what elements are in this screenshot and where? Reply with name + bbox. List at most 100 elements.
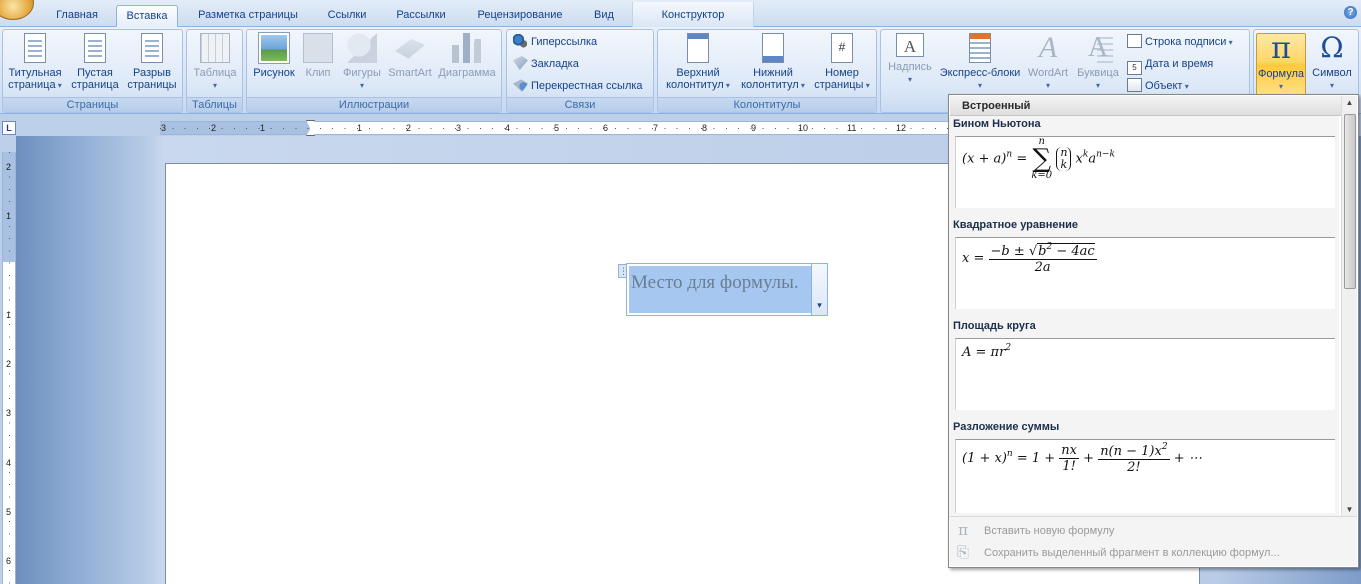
clipart-button[interactable]: Клип bbox=[299, 33, 337, 97]
page-break-label-2: страницы bbox=[127, 79, 177, 91]
page-break-label-1: Разрыв bbox=[133, 67, 171, 79]
chart-label: Диаграмма bbox=[438, 67, 496, 79]
hyperlink-button[interactable]: Гиперссылка bbox=[513, 32, 597, 52]
equation-placeholder-text: Место для формулы. bbox=[631, 272, 799, 293]
group-header-footer-label: Колонтитулы bbox=[658, 97, 876, 112]
drag-handle-icon[interactable]: ⋮ bbox=[618, 264, 628, 278]
equation-options-button[interactable]: ▾ bbox=[811, 264, 827, 315]
chart-button[interactable]: Диаграмма bbox=[435, 33, 499, 97]
footer-button[interactable]: Нижний колонтитул ▾ bbox=[736, 33, 810, 97]
tab-view[interactable]: Вид bbox=[584, 5, 624, 27]
gallery-item-series-expansion[interactable]: Разложение суммы (1 + x)n = 1 + nx 1! + n… bbox=[951, 421, 1341, 517]
help-icon[interactable]: ? bbox=[1344, 6, 1357, 19]
tab-insert[interactable]: Вставка bbox=[116, 5, 178, 28]
ruler-number: 6 bbox=[603, 123, 609, 133]
pi-icon: π bbox=[958, 521, 968, 539]
tab-design[interactable]: Конструктор bbox=[632, 2, 754, 27]
tab-references[interactable]: Ссылки bbox=[318, 5, 376, 27]
textbox-button[interactable]: A Надпись ▾ bbox=[883, 33, 937, 97]
scroll-up-icon[interactable]: ▲ bbox=[1342, 98, 1357, 107]
bookmark-button[interactable]: Закладка bbox=[513, 54, 579, 74]
tab-selector[interactable]: L bbox=[2, 121, 16, 135]
object-button[interactable]: Объект ▾ bbox=[1127, 76, 1189, 96]
signature-line-label: Строка подписи bbox=[1145, 36, 1227, 48]
cover-page-button[interactable]: Титульная страница ▾ bbox=[5, 33, 65, 97]
binomial-coefficient: nk bbox=[1056, 147, 1072, 171]
equation-placeholder[interactable]: ⋮ Место для формулы. ▾ bbox=[618, 263, 828, 316]
ruler-number: 2 bbox=[211, 123, 217, 133]
vertical-ruler[interactable]: 2 1 1 2 3 4 5 6 bbox=[2, 152, 16, 584]
date-time-label: Дата и время bbox=[1145, 58, 1214, 70]
equation-preview[interactable]: (x + a)n = n ∑ k=0 nk xkan−k bbox=[955, 136, 1335, 208]
table-button[interactable]: Таблица ▾ bbox=[189, 33, 241, 97]
equation-placeholder-text-area[interactable]: Место для формулы. bbox=[629, 266, 811, 313]
gallery-item-title: Разложение суммы bbox=[953, 421, 1060, 433]
ruler-number: 7 bbox=[653, 123, 659, 133]
drop-cap-icon: A bbox=[1083, 33, 1113, 63]
gallery-scrollbar[interactable]: ▲ ▼ bbox=[1341, 96, 1357, 516]
equation-preview[interactable]: (1 + x)n = 1 + nx 1! + n(n − 1)x2 2! + ⋯ bbox=[955, 439, 1335, 513]
scroll-down-icon[interactable]: ▼ bbox=[1342, 505, 1357, 514]
tab-review[interactable]: Рецензирование bbox=[466, 5, 574, 27]
header-button[interactable]: Верхний колонтитул ▾ bbox=[660, 33, 736, 97]
bookmark-label: Закладка bbox=[531, 58, 579, 70]
signature-line-button[interactable]: Строка подписи ▾ bbox=[1127, 32, 1233, 52]
ruler-number: 12 bbox=[896, 123, 907, 133]
equation-preview[interactable]: A = πr2 bbox=[955, 338, 1335, 410]
smartart-icon bbox=[395, 39, 425, 59]
binomial-formula: (x + a)n = n ∑ k=0 nk xkan−k bbox=[962, 136, 1115, 181]
shapes-button[interactable]: Фигуры ▾ bbox=[339, 33, 385, 97]
page-number-button[interactable]: # Номер страницы ▾ bbox=[810, 33, 874, 97]
smartart-button[interactable]: SmartArt bbox=[385, 33, 435, 97]
tab-mailings[interactable]: Рассылки bbox=[386, 5, 456, 27]
office-button[interactable] bbox=[0, 0, 34, 20]
page-break-button[interactable]: Разрыв страницы bbox=[123, 33, 181, 97]
pi-icon: π bbox=[1271, 31, 1291, 66]
tab-home[interactable]: Главная bbox=[48, 5, 106, 27]
cross-reference-button[interactable]: Перекрестная ссылка bbox=[513, 76, 643, 96]
circle-area-formula: A = πr2 bbox=[962, 343, 1012, 360]
insert-new-equation-item[interactable]: π Вставить новую формулу bbox=[954, 520, 1114, 540]
gallery-item-quadratic[interactable]: Квадратное уравнение x = −b ± √b2 − 4ac 2… bbox=[951, 219, 1341, 319]
clipart-label: Клип bbox=[305, 67, 331, 79]
ruler-number: 4 bbox=[505, 123, 511, 133]
horizontal-ruler[interactable]: 3 2 1 1 2 3 4 5 6 7 8 9 10 11 12 bbox=[160, 120, 950, 136]
equation-button[interactable]: π Формула ▾ bbox=[1256, 33, 1306, 97]
gallery-item-circle-area[interactable]: Площадь круга A = πr2 bbox=[951, 320, 1341, 420]
cover-page-label-1: Титульная bbox=[8, 67, 62, 79]
ruler-number: 8 bbox=[702, 123, 708, 133]
header-icon bbox=[687, 33, 709, 63]
signature-icon bbox=[1127, 34, 1142, 48]
scrollbar-thumb[interactable] bbox=[1344, 114, 1356, 289]
blank-page-button[interactable]: Пустая страница bbox=[69, 33, 121, 97]
save-selection-to-gallery-item[interactable]: ⎘ Сохранить выделенный фрагмент в коллекц… bbox=[954, 542, 1280, 562]
group-illustrations-label: Иллюстрации bbox=[247, 97, 501, 112]
quadratic-formula: x = −b ± √b2 − 4ac 2a bbox=[962, 242, 1097, 275]
table-label: Таблица bbox=[193, 67, 237, 79]
picture-button[interactable]: Рисунок bbox=[251, 32, 297, 97]
wordart-label: WordArt bbox=[1027, 67, 1069, 79]
textbox-label: Надпись bbox=[888, 61, 932, 73]
calendar-icon: 5 bbox=[1127, 61, 1142, 75]
wordart-button[interactable]: A WordArt ▾ bbox=[1023, 33, 1073, 97]
cross-reference-label: Перекрестная ссылка bbox=[531, 80, 643, 92]
tab-page-layout[interactable]: Разметка страницы bbox=[188, 5, 308, 27]
gallery-item-binomial[interactable]: Бином Ньютона (x + a)n = n ∑ k=0 nk xkan−k bbox=[951, 118, 1341, 218]
dropdown-arrow-icon: ▾ bbox=[1095, 81, 1100, 90]
insert-new-equation-label: Вставить новую формулу bbox=[984, 525, 1115, 537]
drop-cap-button[interactable]: A Буквица ▾ bbox=[1073, 33, 1123, 97]
symbol-button[interactable]: Ω Символ ▾ bbox=[1308, 33, 1356, 97]
ruler-number: 2 bbox=[6, 162, 12, 172]
gallery-item-title: Площадь круга bbox=[953, 320, 1036, 332]
quick-parts-button[interactable]: Экспресс-блоки ▾ bbox=[937, 33, 1023, 97]
ruler-number: 5 bbox=[6, 507, 12, 517]
cross-reference-icon bbox=[513, 79, 528, 92]
dropdown-arrow-icon: ▾ bbox=[863, 81, 870, 90]
ruler-number: 1 bbox=[6, 211, 12, 221]
date-time-button[interactable]: 5 Дата и время bbox=[1127, 54, 1214, 75]
dropdown-arrow-icon: ▾ bbox=[359, 81, 364, 90]
equation-preview[interactable]: x = −b ± √b2 − 4ac 2a bbox=[955, 237, 1335, 309]
ruler-number: 5 bbox=[554, 123, 560, 133]
drop-cap-label: Буквица bbox=[1077, 67, 1119, 79]
dropdown-arrow-icon: ▾ bbox=[723, 81, 730, 90]
